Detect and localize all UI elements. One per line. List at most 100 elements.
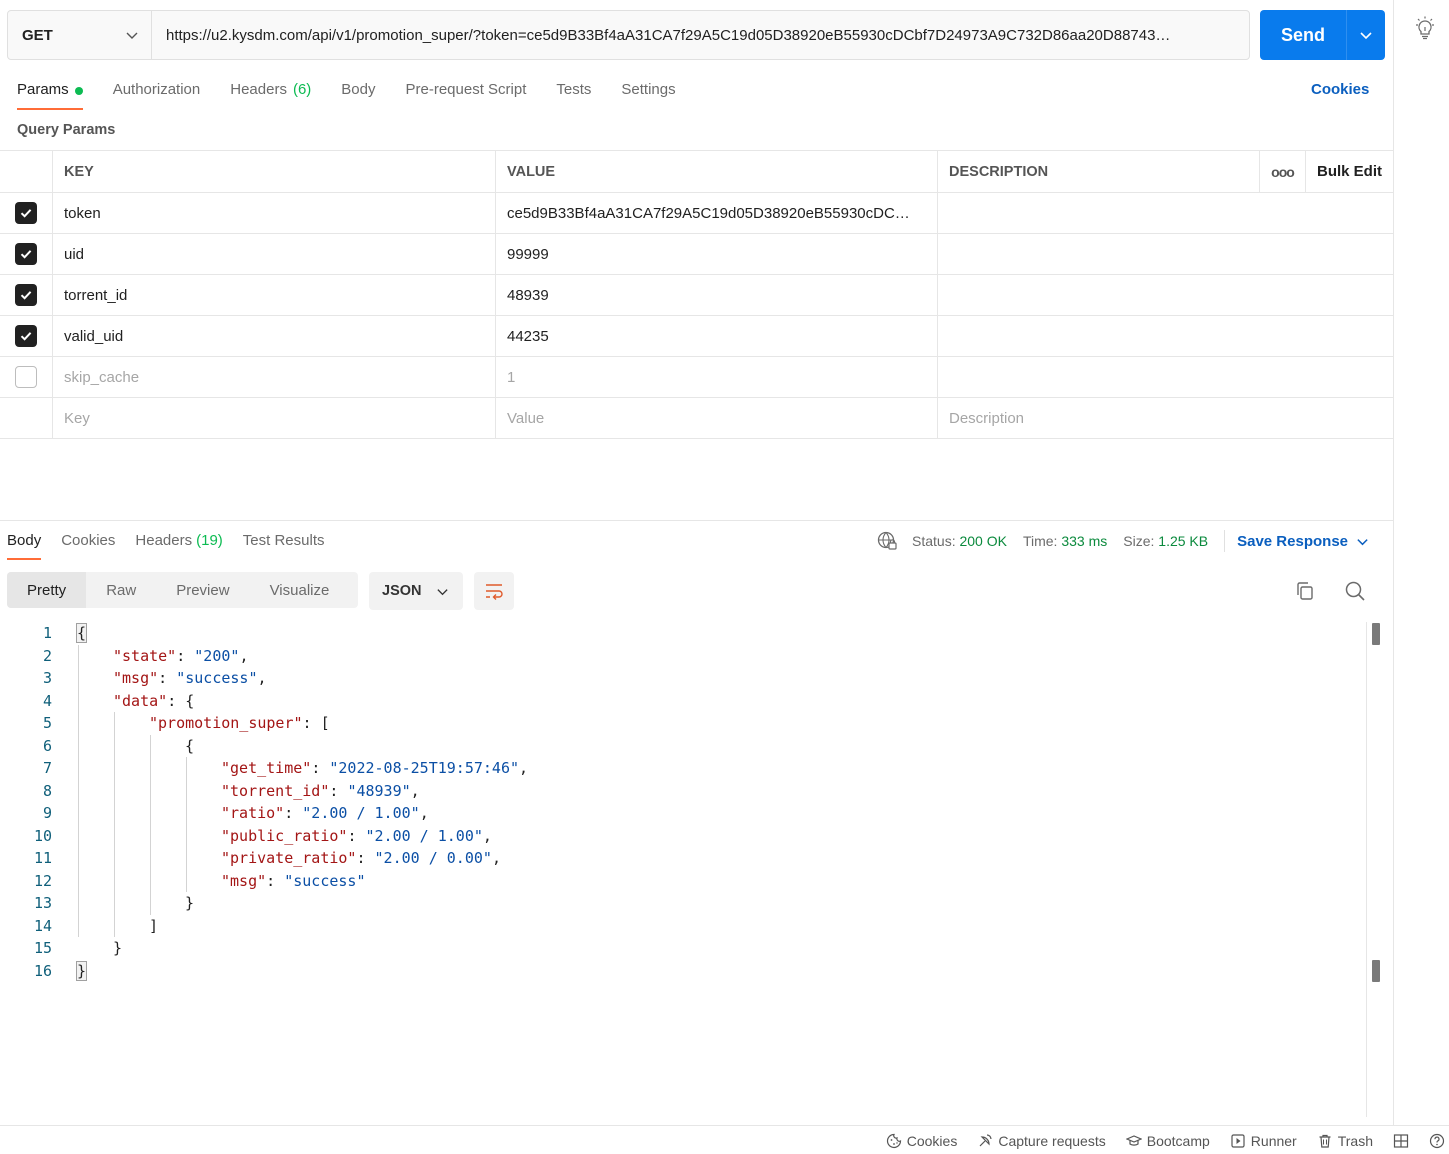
wrap-lines-button[interactable]: [474, 572, 514, 610]
code-text: {: [75, 623, 88, 644]
param-key[interactable]: skip_cache: [53, 357, 496, 397]
json-key: "state": [113, 646, 177, 665]
tab-settings[interactable]: Settings: [621, 78, 675, 110]
time-label: Time:: [1022, 533, 1058, 549]
code-text: "private_ratio": "2.00 / 0.00",: [221, 849, 501, 867]
footer-label: Cookies: [906, 1132, 958, 1149]
new-key-input[interactable]: Key: [53, 398, 496, 438]
code-line: 9 "ratio": "2.00 / 1.00",: [0, 802, 1366, 825]
header-key: KEY: [53, 151, 496, 192]
time-info[interactable]: Time: 333 ms: [1023, 533, 1107, 549]
status-info[interactable]: Status: 200 OK: [912, 533, 1007, 549]
help-icon[interactable]: [1429, 1133, 1445, 1149]
json-punct: ,: [482, 826, 492, 845]
param-description[interactable]: [938, 316, 1393, 356]
param-key[interactable]: valid_uid: [53, 316, 496, 356]
checkmark-icon: [20, 209, 32, 218]
cookies-link[interactable]: Cookies: [1311, 81, 1369, 98]
view-preview[interactable]: Preview: [156, 572, 249, 608]
resp-tab-test-results[interactable]: Test Results: [243, 530, 325, 560]
param-key[interactable]: token: [53, 193, 496, 233]
search-icon[interactable]: [1344, 580, 1366, 602]
time-value: 333 ms: [1061, 533, 1108, 549]
param-value[interactable]: 44235: [496, 316, 938, 356]
copy-icon[interactable]: [1294, 580, 1316, 602]
view-visualize[interactable]: Visualize: [250, 572, 350, 608]
tab-params[interactable]: Params: [17, 78, 83, 110]
json-punct: }: [75, 960, 88, 981]
bulk-edit-button[interactable]: Bulk Edit: [1306, 151, 1393, 192]
check-cell: [0, 398, 53, 438]
globe-lock-icon[interactable]: [877, 531, 897, 551]
scroll-marker-bottom[interactable]: [1372, 960, 1380, 982]
url-input[interactable]: https://u2.kysdm.com/api/v1/promotion_su…: [152, 11, 1249, 59]
scroll-marker-top[interactable]: [1372, 623, 1380, 645]
two-pane-layout-icon[interactable]: [1393, 1133, 1409, 1149]
code-text: }: [185, 894, 194, 912]
more-options-button[interactable]: ooo: [1260, 151, 1306, 192]
resp-tab-cookies[interactable]: Cookies: [61, 530, 115, 560]
format-label: JSON: [382, 583, 422, 599]
param-checkbox[interactable]: [15, 202, 37, 224]
code-text: "ratio": "2.00 / 1.00",: [221, 804, 429, 822]
table-row: valid_uid 44235: [0, 316, 1393, 357]
method-select[interactable]: GET: [8, 11, 152, 59]
divider: [1224, 530, 1226, 552]
json-punct: {: [185, 736, 195, 755]
tab-pre-request-script[interactable]: Pre-request Script: [406, 78, 527, 110]
line-number: 7: [42, 759, 52, 778]
param-checkbox[interactable]: [15, 325, 37, 347]
param-checkbox[interactable]: [15, 284, 37, 306]
resp-tab-body[interactable]: Body: [7, 530, 42, 560]
view-raw[interactable]: Raw: [86, 572, 156, 608]
param-description[interactable]: [938, 234, 1393, 274]
new-description-input[interactable]: Description: [938, 398, 1393, 438]
format-select[interactable]: JSON: [369, 572, 463, 610]
param-description[interactable]: [938, 275, 1393, 315]
tab-body[interactable]: Body: [341, 78, 375, 110]
code-text: "public_ratio": "2.00 / 1.00",: [221, 827, 492, 845]
footer-capture-requests[interactable]: Capture requests: [977, 1133, 1106, 1149]
resp-tab-headers[interactable]: Headers (19): [135, 530, 222, 560]
size-info[interactable]: Size: 1.25 KB: [1123, 533, 1208, 549]
json-key: "torrent_id": [221, 781, 330, 800]
right-sidebar: [1393, 0, 1449, 1125]
line-number: 3: [42, 669, 52, 688]
code-text: "msg": "success",: [113, 669, 267, 687]
param-value[interactable]: 48939: [496, 275, 938, 315]
footer-runner[interactable]: Runner: [1230, 1133, 1297, 1149]
param-description[interactable]: [938, 193, 1393, 233]
param-value[interactable]: ce5d9B33Bf4aA31CA7f29A5C19d05D38920eB559…: [496, 193, 938, 233]
param-checkbox[interactable]: [15, 366, 37, 388]
lightbulb-icon[interactable]: [1414, 16, 1436, 40]
save-response-button[interactable]: Save Response: [1237, 533, 1369, 550]
chevron-down-icon: [126, 32, 138, 39]
send-button[interactable]: Send: [1260, 10, 1347, 60]
code-scrollbar-track[interactable]: [1366, 622, 1367, 1117]
param-key[interactable]: uid: [53, 234, 496, 274]
tab-tests[interactable]: Tests: [556, 78, 591, 110]
json-punct: :: [347, 826, 366, 845]
query-params-heading: Query Params: [17, 122, 116, 138]
line-number: 13: [33, 894, 52, 913]
response-divider[interactable]: [0, 520, 1393, 521]
tab-label: Tests: [556, 81, 592, 98]
tab-authorization[interactable]: Authorization: [113, 78, 201, 110]
param-key[interactable]: torrent_id: [53, 275, 496, 315]
line-number: 1: [42, 624, 52, 643]
param-description[interactable]: [938, 357, 1393, 397]
send-options-button[interactable]: [1347, 10, 1385, 60]
param-value[interactable]: 99999: [496, 234, 938, 274]
param-checkbox[interactable]: [15, 243, 37, 265]
code-line: 16}: [0, 960, 1366, 983]
footer-trash[interactable]: Trash: [1317, 1133, 1373, 1149]
param-value[interactable]: 1: [496, 357, 938, 397]
chevron-down-icon: [1360, 32, 1372, 40]
tab-label: Authorization: [112, 81, 201, 98]
view-pretty[interactable]: Pretty: [7, 572, 87, 608]
tab-headers[interactable]: Headers (6): [230, 78, 311, 110]
footer-cookies[interactable]: Cookies: [886, 1132, 958, 1149]
new-value-input[interactable]: Value: [496, 398, 938, 438]
footer-bootcamp[interactable]: Bootcamp: [1125, 1133, 1210, 1149]
response-body-code[interactable]: 1{2 "state": "200", 3 "msg": "success", 4 "da…: [0, 622, 1366, 982]
